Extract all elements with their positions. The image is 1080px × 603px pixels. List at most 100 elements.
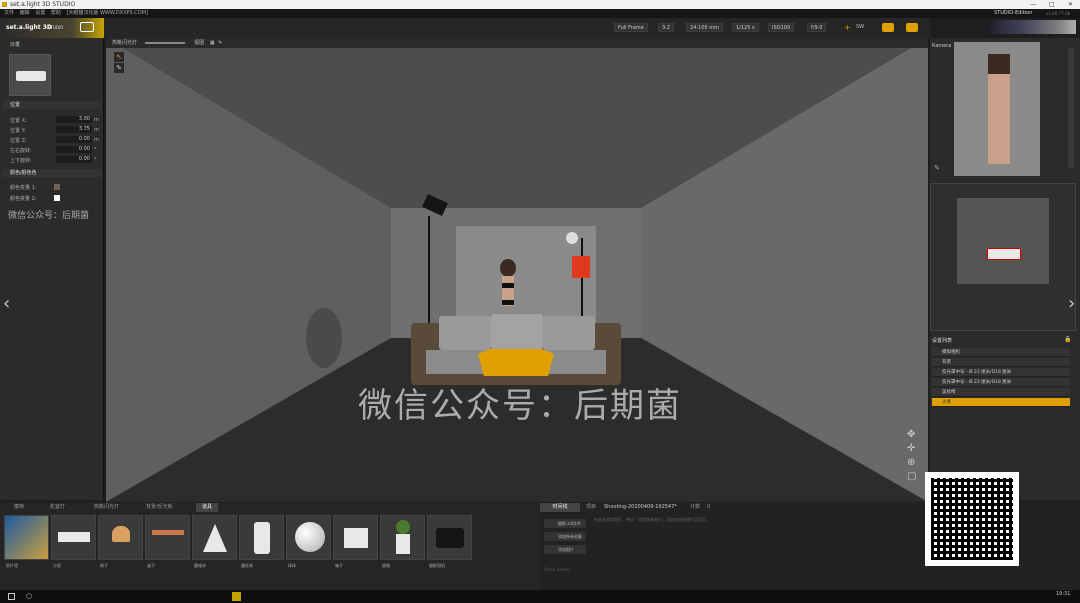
setting-item[interactable]: 反光罩中号 - Ø 23 厘米/D18 厘米	[932, 378, 1070, 387]
reflector-highlight	[572, 256, 590, 278]
add-icon[interactable]: +	[844, 23, 851, 32]
setting-item[interactable]: 反光罩中号 - Ø 23 厘米/D18 厘米	[932, 368, 1070, 377]
prop-thumb-sphere[interactable]	[286, 515, 331, 560]
tab-flash[interactable]: 热靴闪光灯	[94, 503, 119, 512]
prop-thumb-plant[interactable]	[380, 515, 425, 560]
tab-model[interactable]: 模特	[14, 503, 24, 512]
timeline-hint: 在此处添加照片，单击「添加所有照片」添加对应的图片至设定。	[594, 517, 710, 522]
menu-edit[interactable]: 编辑	[20, 10, 30, 16]
setting-item[interactable]: 背景	[932, 358, 1070, 367]
prop-unit-z: m	[94, 137, 99, 143]
pan-icon[interactable]: ✛	[907, 442, 921, 456]
prop-label-chair: 椅子	[100, 563, 108, 568]
fit-icon[interactable]: ▢	[907, 470, 921, 484]
aperture-dropdown[interactable]: f/9.0	[807, 23, 827, 32]
model-bottom	[502, 300, 514, 305]
cone-icon	[203, 524, 227, 552]
shutter-dropdown[interactable]: 1/125 s	[732, 23, 759, 32]
studio-scene	[106, 38, 928, 502]
frame-dropdown[interactable]: Full Frame	[614, 23, 648, 32]
edit-icon[interactable]: ✎	[934, 164, 940, 172]
timeline-btn-add-photo[interactable]: 添加照片	[544, 545, 586, 554]
prop-value-rot-v[interactable]: 0.00	[56, 156, 92, 163]
3d-viewport[interactable]: 微信公众号：后期菌 ✥ ✛ ⊕ ▢	[106, 38, 928, 502]
camera-icon[interactable]	[906, 23, 918, 32]
prop-value-rot-h[interactable]: 0.00	[56, 146, 92, 153]
menu-help[interactable]: 帮助	[51, 10, 61, 16]
library-panel: 模特 影室灯 热靴闪光灯 背景/反光板 道具 照片墙 沙发 椅子 桌子 圆锥体 …	[0, 503, 540, 590]
menu-extra: [大眼猫汉化版 WWW.DXXPS.COM]	[66, 10, 148, 16]
window-title: set.a.light 3D STUDIO	[10, 1, 76, 8]
maximize-icon[interactable]: □	[1049, 0, 1055, 9]
chair-icon	[112, 526, 130, 542]
prop-unit-rot-v: °	[94, 157, 97, 163]
prop-thumb-cylinder[interactable]	[239, 515, 284, 560]
timeline-btn-sdl[interactable]: 摄影.sdl文件	[544, 519, 586, 528]
object-title: 沙发	[10, 42, 21, 48]
color-label-1: 颜色变量 1:	[10, 185, 37, 191]
prev-arrow-icon[interactable]: ‹	[3, 293, 10, 314]
zoom-icon[interactable]: ⊕	[907, 456, 921, 470]
app-icon-set-a-light[interactable]	[232, 592, 241, 601]
qr-code	[925, 472, 1019, 566]
tab-props[interactable]: 道具	[196, 503, 219, 512]
setting-item[interactable]: 美妆椅	[932, 388, 1070, 397]
prop-thumb-camera[interactable]	[427, 515, 472, 560]
box-icon	[344, 528, 368, 548]
prop-thumb-table[interactable]	[145, 515, 190, 560]
grid-icon[interactable]: ▦	[210, 40, 215, 46]
rotate-icon[interactable]: ✥	[907, 428, 921, 442]
menu-settings[interactable]: 设置	[35, 10, 45, 16]
color-swatch-2[interactable]	[54, 195, 60, 201]
list-lock-icon[interactable]: 🔒	[1064, 336, 1071, 343]
search-icon[interactable]: ○	[26, 592, 32, 600]
prop-thumb-box[interactable]	[333, 515, 378, 560]
next-arrow-icon[interactable]: ›	[1068, 293, 1075, 314]
plant-icon	[396, 520, 410, 534]
menu-file[interactable]: 文件	[4, 10, 14, 16]
setting-item-selected[interactable]: 沙发	[932, 398, 1070, 407]
list-header: 设置列表	[932, 338, 953, 344]
snapshot-icon[interactable]	[882, 23, 894, 32]
tab-studio-light[interactable]: 影室灯	[50, 503, 65, 512]
minimize-icon[interactable]: —	[1030, 0, 1036, 9]
prop-thumb-chair[interactable]	[98, 515, 143, 560]
pen-icon[interactable]: ✎	[218, 40, 222, 46]
color-swatch-1[interactable]	[54, 184, 60, 190]
tab-background[interactable]: 背景/反光板	[146, 503, 173, 512]
view-label: 视图	[194, 40, 205, 46]
camera-prop-icon	[436, 528, 464, 548]
preview-scrollbar[interactable]	[1068, 48, 1074, 168]
sofa-cushion-right	[543, 316, 595, 350]
prop-thumb-photowall[interactable]	[4, 515, 49, 560]
camera-toolbar: Full Frame 3:2 24-105 mm 1/125 s ISO100 …	[104, 18, 930, 38]
camera-mode-icon[interactable]	[80, 22, 94, 32]
version-label: v1.00.77-2b	[1046, 11, 1071, 16]
logo-badge: STUDIO	[48, 25, 64, 30]
color-header[interactable]: 颜色/颜色色	[2, 169, 102, 177]
lens-dropdown[interactable]: 24-105 mm	[686, 23, 724, 32]
count-label: 计数	[690, 504, 701, 510]
prop-thumb-sofa[interactable]	[51, 515, 96, 560]
sw-button[interactable]: SW	[856, 24, 864, 30]
select-tool-icon[interactable]: ↖	[114, 52, 124, 62]
zoom-slider[interactable]	[144, 41, 185, 44]
setting-item[interactable]: 模拟相机	[932, 348, 1070, 357]
prop-value-y[interactable]: 3.75	[56, 126, 92, 133]
position-header[interactable]: 位置	[2, 101, 102, 109]
prop-value-z[interactable]: 0.00	[56, 136, 92, 143]
close-icon[interactable]: ✕	[1068, 0, 1073, 9]
sofa-icon	[58, 532, 90, 542]
prop-value-x[interactable]: 3.00	[56, 116, 92, 123]
model-head	[500, 259, 516, 277]
start-icon[interactable]	[8, 593, 15, 600]
timeline-panel: 时间线 项目 Shooting-20200409-192547* 计数 0 摄影…	[540, 472, 1080, 590]
view-controls: ✥ ✛ ⊕ ▢	[907, 428, 921, 498]
timeline-btn-add-all[interactable]: 添加所有创意	[544, 532, 586, 541]
ratio-dropdown[interactable]: 3:2	[658, 23, 675, 32]
draw-tool-icon[interactable]: ✎	[114, 63, 124, 73]
prop-thumb-cone[interactable]	[192, 515, 237, 560]
tab-timeline[interactable]: 时间线	[540, 503, 580, 512]
photo-viewer-button[interactable]: Photo Viewer	[544, 565, 586, 574]
iso-dropdown[interactable]: ISO100	[768, 23, 795, 32]
